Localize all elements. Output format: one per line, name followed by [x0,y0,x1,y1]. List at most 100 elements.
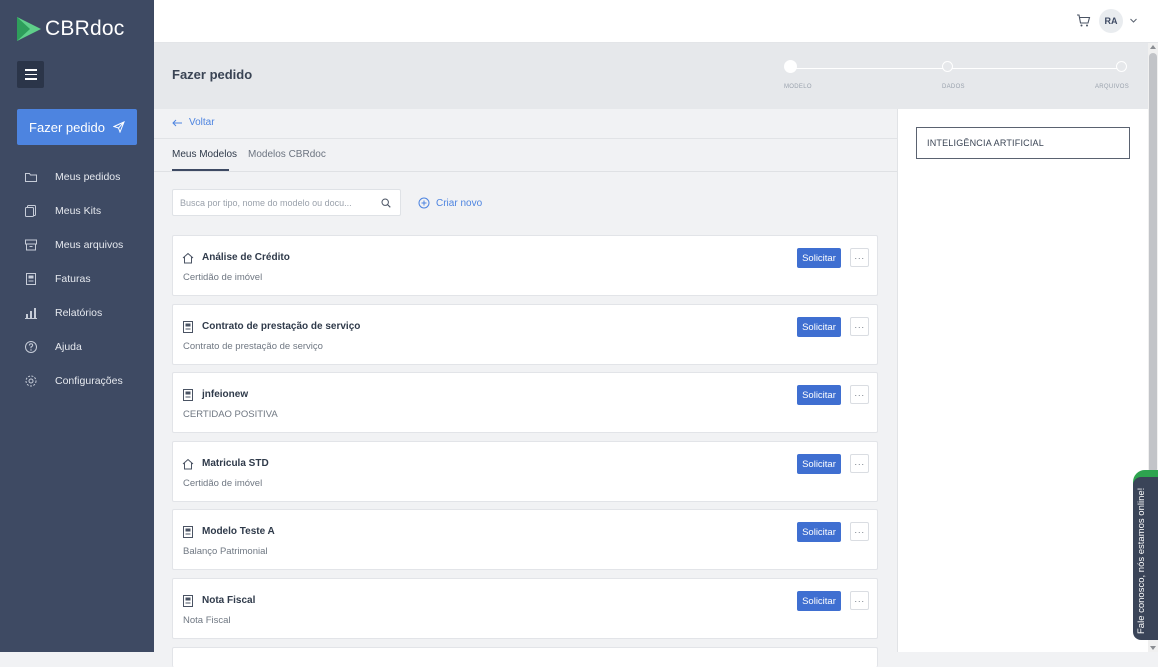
request-button[interactable]: Solicitar [797,385,841,405]
sidebar-item-ajuda[interactable]: Ajuda [0,330,154,364]
chat-widget[interactable]: Fale conosco, nós estamos online! [1133,477,1158,640]
arrow-left-icon [172,119,182,126]
model-card-subtitle: Balanço Patrimonial [183,546,268,557]
sidebar-item-pedidos[interactable]: Meus pedidos [0,160,154,194]
step-dot-dados [942,61,953,72]
model-card-subtitle: Certidão de imóvel [183,272,263,283]
more-options-button[interactable]: ··· [850,591,869,610]
page-header: Fazer pedido MODELO DADOS ARQUIVOS [154,43,1148,109]
sidebar-item-kits[interactable]: Meus Kits [0,194,154,228]
step-label-arquivos: ARQUIVOS [1095,84,1130,90]
folder-icon [25,173,37,182]
sidebar-item-arquivos[interactable]: Meus arquivos [0,228,154,262]
model-card-title: Matricula STD [202,458,269,469]
model-card-title: Contrato de prestação de serviço [202,321,361,332]
hamburger-bar [24,78,37,80]
step-dot-modelo [784,60,797,73]
logo-text: CBRdoc [45,17,125,40]
document-icon [183,526,193,538]
model-card-subtitle: Contrato de prestação de serviço [183,341,323,352]
gear-icon [25,375,37,387]
more-options-button[interactable]: ··· [850,454,869,473]
model-card: Análise de Crédito Certidão de imóvel So… [172,235,878,296]
model-card-title: Análise de Crédito [202,252,290,263]
scroll-down-icon[interactable] [1150,646,1156,650]
more-options-button[interactable]: ··· [850,248,869,267]
request-button[interactable]: Solicitar [797,317,841,337]
create-new-button[interactable]: Criar novo [418,197,482,209]
chat-label: Fale conosco, nós estamos online! [1136,487,1147,634]
search-input[interactable]: Busca por tipo, nome do modelo ou docu..… [172,189,401,216]
search-icon[interactable] [381,198,391,208]
sidebar-item-label: Meus pedidos [55,171,121,183]
sidebar-item-relatorios[interactable]: Relatórios [0,296,154,330]
document-icon [183,321,193,333]
user-avatar[interactable]: RA [1099,9,1123,33]
hamburger-icon [24,69,37,71]
step-label-modelo: MODELO [784,84,812,90]
help-icon [25,341,37,353]
invoice-icon [26,273,36,285]
back-row: Voltar [154,109,897,139]
sidebar-item-label: Relatórios [55,307,103,319]
sidebar-item-faturas[interactable]: Faturas [0,262,154,296]
sidebar-item-label: Ajuda [55,341,82,353]
more-options-button[interactable]: ··· [850,317,869,336]
request-button[interactable]: Solicitar [797,454,841,474]
sidebar-item-label: Configurações [55,375,123,387]
model-card-partial [172,647,878,667]
model-card: Nota Fiscal Nota Fiscal Solicitar ··· [172,578,878,639]
request-button[interactable]: Solicitar [797,591,841,611]
step-label-dados: DADOS [942,84,965,90]
documents-icon [25,205,36,217]
request-button[interactable]: Solicitar [797,522,841,542]
more-options-button[interactable]: ··· [850,385,869,404]
menu-toggle-button[interactable] [17,61,44,88]
sidebar-nav: Meus pedidos Meus Kits Meus arquivos Fat… [0,160,154,398]
model-card-title: Nota Fiscal [202,595,256,606]
scroll-up-icon[interactable] [1150,45,1156,49]
model-card: Modelo Teste A Balanço Patrimonial Solic… [172,509,878,570]
back-link[interactable]: Voltar [172,117,215,128]
model-card-subtitle: Certidão de imóvel [183,478,263,489]
tab-meus-modelos[interactable]: Meus Modelos [172,149,237,160]
new-order-button[interactable]: Fazer pedido [17,109,137,145]
model-card-title: jnfeionew [202,389,249,400]
more-options-button[interactable]: ··· [850,522,869,541]
bar-chart-icon [25,308,37,319]
create-new-label: Criar novo [436,197,483,209]
sidebar-item-label: Meus Kits [55,205,102,217]
model-card: Contrato de prestação de serviço Contrat… [172,304,878,365]
send-icon [112,121,125,133]
right-panel: INTELIGÊNCIA ARTIFICIAL [897,109,1149,652]
document-icon [183,595,193,607]
sidebar-item-label: Meus arquivos [55,239,124,251]
model-card: Matricula STD Certidão de imóvel Solicit… [172,441,878,502]
cart-icon[interactable] [1076,13,1091,28]
sidebar: CBRdoc Fazer pedido Meus pedidos Meus Ki… [0,0,154,652]
house-icon [182,252,194,264]
tab-bar: Meus Modelos Modelos CBRdoc [154,139,897,172]
chevron-down-icon[interactable] [1129,16,1138,25]
model-card-subtitle: CERTIDAO POSITIVA [183,409,278,420]
request-button[interactable]: Solicitar [797,248,841,268]
new-order-label: Fazer pedido [29,119,105,135]
top-bar: RA [154,0,1158,43]
model-card-title: Modelo Teste A [202,526,275,537]
ai-section[interactable]: INTELIGÊNCIA ARTIFICIAL [916,127,1130,159]
tab-modelos-cbrdoc[interactable]: Modelos CBRdoc [248,149,326,160]
sidebar-item-configuracoes[interactable]: Configurações [0,364,154,398]
main-content: Voltar Meus Modelos Modelos CBRdoc Busca… [154,109,897,667]
house-icon [182,458,194,470]
document-icon [183,389,193,401]
progress-stepper: MODELO DADOS ARQUIVOS [784,60,1130,101]
hamburger-bar [24,73,37,76]
logo-mark-icon [17,17,41,41]
logo[interactable]: CBRdoc [16,16,124,42]
sidebar-item-label: Faturas [55,273,91,285]
active-tab-indicator [172,169,229,171]
archive-icon [25,239,37,251]
scroll-thumb[interactable] [1149,53,1157,473]
model-card-subtitle: Nota Fiscal [183,615,231,626]
model-card: jnfeionew CERTIDAO POSITIVA Solicitar ··… [172,372,878,433]
